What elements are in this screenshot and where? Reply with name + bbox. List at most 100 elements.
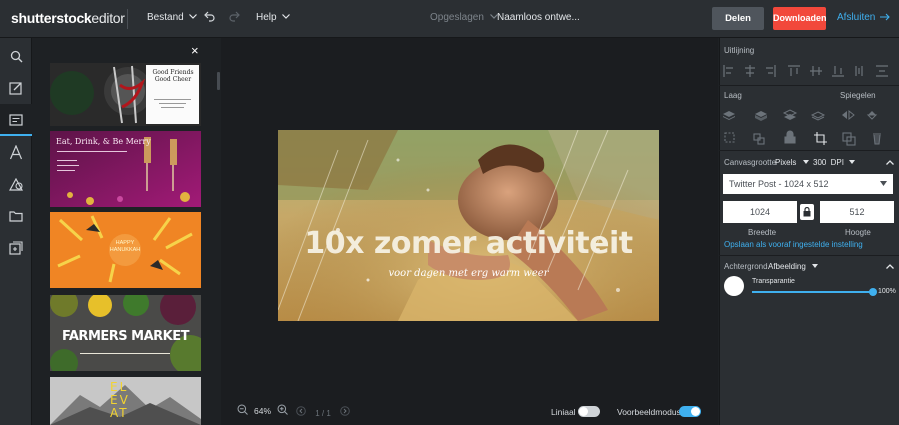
chevron-right-icon — [340, 406, 350, 416]
rail-shapes[interactable] — [0, 168, 32, 200]
exit-label: Afsluiten — [837, 12, 876, 23]
width-input[interactable]: 1024 — [723, 201, 797, 223]
section-divider — [719, 150, 899, 151]
background-color-swatch[interactable] — [724, 276, 744, 296]
rail-search[interactable] — [0, 40, 32, 72]
document-title[interactable]: Naamloos ontwe... — [497, 12, 580, 23]
dpi-select[interactable]: 300 DPI — [813, 158, 856, 167]
redo-icon — [229, 11, 240, 22]
zoom-level: 64% — [254, 406, 272, 416]
shapes-icon — [8, 177, 23, 191]
save-preset-link[interactable]: Opslaan als vooraf ingestelde instelling — [724, 240, 863, 249]
caret-down-icon — [802, 160, 809, 164]
rail-folder[interactable] — [0, 200, 32, 232]
width-label: Breedte — [748, 228, 777, 237]
page-indicator: 1 / 1 — [315, 409, 331, 418]
dpi-value: 300 — [813, 158, 827, 167]
rail-text[interactable] — [0, 136, 32, 168]
template-happy-hanukkah[interactable]: HAPPY HANUKKAH — [50, 212, 201, 288]
preset-value: Twitter Post - 1024 x 512 — [729, 179, 829, 189]
rail-add-element[interactable] — [0, 232, 32, 264]
template-title: Eat, Drink, & Be Merry — [56, 137, 151, 146]
aspect-lock-button[interactable] — [800, 204, 814, 220]
arrow-right-icon — [880, 13, 890, 21]
unit-select[interactable]: Pixels — [775, 158, 809, 167]
background-type-select[interactable]: Afbeelding — [768, 262, 819, 271]
rail-templates[interactable] — [0, 104, 32, 136]
preview-mode-toggle[interactable] — [679, 406, 701, 417]
zoom-out-button[interactable] — [237, 404, 248, 418]
redo-button[interactable] — [229, 10, 241, 25]
template-elevate[interactable]: EL EV AT — [50, 377, 201, 425]
template-good-friends[interactable]: Good Friends Good Cheer — [50, 63, 201, 139]
ruler-toggle[interactable] — [578, 406, 600, 417]
help-menu[interactable]: Help — [256, 12, 291, 23]
top-bar: shutterstockeditor Bestand Help Opgeslag… — [0, 0, 899, 38]
unit-value: Pixels — [775, 158, 797, 167]
download-button[interactable]: Downloaden — [773, 7, 827, 30]
transparency-slider-handle[interactable] — [869, 288, 877, 296]
zoom-in-button[interactable] — [277, 404, 288, 418]
folder-icon — [9, 211, 23, 222]
section-divider — [719, 255, 899, 256]
transparency-slider-track[interactable] — [752, 291, 873, 293]
chevron-down-icon — [189, 14, 198, 19]
caret-down-icon — [880, 181, 887, 186]
template-farmers-market[interactable]: FARMERS MARKET — [50, 295, 201, 371]
chevron-left-icon — [296, 406, 306, 416]
rail-image-edit[interactable] — [0, 72, 32, 104]
image-edit-icon — [9, 82, 22, 95]
transparency-value: 100% — [878, 288, 896, 295]
tool-rail — [0, 38, 32, 425]
undo-icon — [204, 11, 215, 22]
align-label: Uitlijning — [724, 46, 755, 55]
template-title: Good Friends Good Cheer — [152, 69, 194, 83]
canvas-size-label: Canvasgrootte — [724, 158, 777, 167]
template-title: EL EV AT — [110, 380, 130, 420]
template-eat-drink-merry[interactable]: Eat, Drink, & Be Merry — [50, 131, 201, 207]
subline-text[interactable]: voor dagen met erg warm weer — [278, 268, 659, 279]
page-pager: 1 / 1 — [296, 406, 350, 418]
lock-icon — [803, 207, 811, 217]
prev-page-button[interactable] — [296, 406, 308, 418]
save-status[interactable]: Opgeslagen — [430, 12, 498, 23]
dpi-label: DPI — [830, 158, 844, 167]
save-status-label: Opgeslagen — [430, 12, 484, 23]
share-button[interactable]: Delen — [712, 7, 764, 30]
toggle-knob — [579, 407, 588, 416]
search-icon — [10, 50, 22, 62]
exit-link[interactable]: Afsluiten — [837, 12, 890, 23]
headline-text[interactable]: 10x zomer activiteit — [278, 226, 659, 261]
next-page-button[interactable] — [340, 406, 350, 418]
zoom-in-icon — [277, 404, 288, 415]
height-label: Hoogte — [845, 228, 871, 237]
align-toolbar — [723, 65, 888, 77]
caret-down-icon — [812, 264, 819, 268]
mirror-label: Spiegelen — [840, 91, 876, 100]
panel-resize-handle[interactable] — [217, 72, 220, 90]
transparency-label: Transparantie — [752, 278, 795, 285]
file-menu[interactable]: Bestand — [147, 12, 198, 23]
section-divider — [719, 85, 899, 86]
layer-toolbar — [723, 109, 881, 146]
background-type-value: Afbeelding — [768, 262, 806, 271]
chevron-down-icon — [282, 14, 291, 19]
layer-label: Laag — [724, 91, 742, 100]
header-divider — [127, 9, 128, 29]
zoom-out-icon — [237, 404, 248, 415]
caret-down-icon — [849, 160, 856, 164]
text-icon — [9, 144, 23, 159]
artboard[interactable]: 10x zomer activiteit voor dagen met erg … — [278, 130, 659, 321]
toggle-knob — [691, 407, 700, 416]
canvas-preset-select[interactable]: Twitter Post - 1024 x 512 — [723, 174, 893, 194]
file-menu-label: Bestand — [147, 12, 184, 23]
height-input[interactable]: 512 — [820, 201, 894, 223]
chevron-up-icon[interactable] — [886, 264, 894, 269]
chevron-up-icon[interactable] — [886, 160, 894, 165]
background-label: Achtergrond — [724, 262, 768, 271]
close-icon[interactable]: × — [191, 43, 199, 58]
ruler-label: Liniaal — [551, 407, 576, 417]
undo-button[interactable] — [203, 10, 215, 25]
help-menu-label: Help — [256, 12, 277, 23]
app-logo[interactable]: shutterstockeditor — [11, 10, 125, 26]
